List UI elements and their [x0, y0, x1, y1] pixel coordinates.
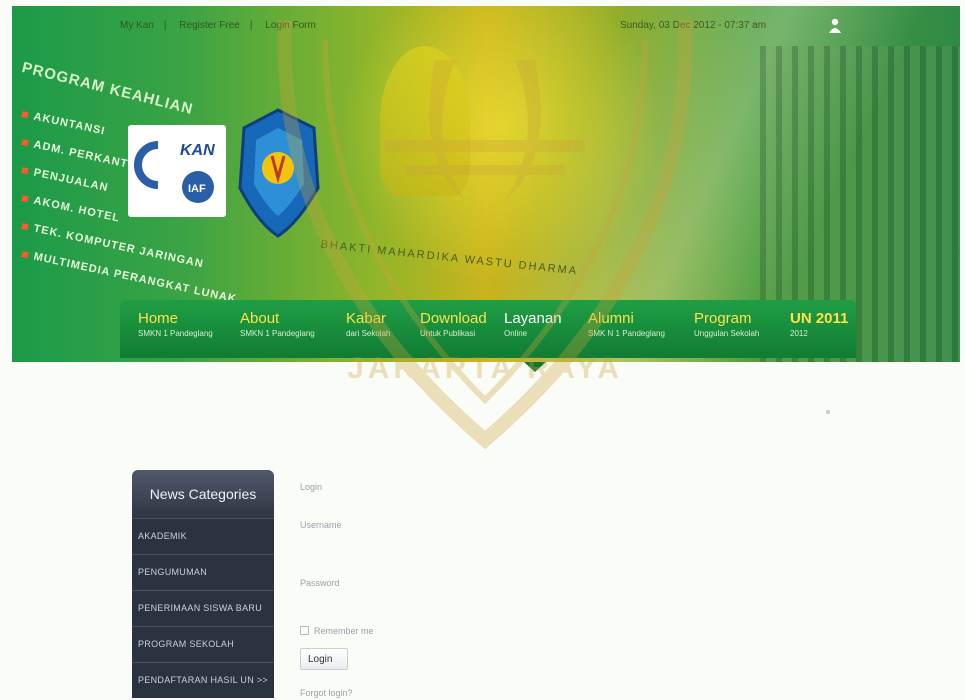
- program-item[interactable]: TEK. KOMPUTER JARINGAN: [21, 220, 238, 277]
- svg-text:IAF: IAF: [188, 183, 206, 195]
- nav-item-about[interactable]: About SMKN 1 Pandeglang: [240, 310, 315, 339]
- nav-item-kabar[interactable]: Kabar dari Sekolah: [346, 310, 390, 339]
- top-link-my-kan[interactable]: My Kan: [120, 20, 154, 31]
- news-categories-title: News Categories: [132, 470, 274, 518]
- remember-me-label: Remember me: [314, 626, 374, 636]
- main-nav: Home SMKN 1 Pandeglang About SMKN 1 Pandeg…: [120, 300, 856, 358]
- bullet-icon: [21, 111, 29, 119]
- sidebar-item-akademik[interactable]: AKADEMIK: [132, 518, 274, 554]
- svg-text:KAN: KAN: [180, 142, 215, 159]
- sidebar-item-pendaftaran-hasil-un[interactable]: PENDAFTARAN HASIL UN >>: [132, 662, 274, 698]
- news-categories-sidebar: News Categories AKADEMIK PENGUMUMAN PENE…: [132, 470, 274, 700]
- certification-logo: KAN IAF: [128, 125, 226, 217]
- sidebar-item-pengumuman[interactable]: PENGUMUMAN: [132, 554, 274, 590]
- active-nav-pointer: [524, 362, 546, 372]
- header-date: Sunday, 03 Dec 2012 - 07:37 am: [620, 20, 767, 31]
- bullet-icon: [21, 167, 29, 175]
- nav-item-program[interactable]: Program Unggulan Sekolah: [694, 310, 759, 339]
- sidebar-item-penerimaan-siswa-baru[interactable]: PENERIMAAN SISWA BARU: [132, 590, 274, 626]
- top-links: My Kan | Register Free | Login Form: [120, 20, 316, 31]
- top-link-login[interactable]: Login Form: [265, 20, 316, 31]
- forgot-login-link[interactable]: Forgot login?: [300, 688, 353, 698]
- login-form: Login Username Password Remember me Logi…: [296, 470, 596, 700]
- nav-item-download[interactable]: Download Untuk Publikasi: [420, 310, 487, 339]
- school-crest-logo: [238, 108, 320, 238]
- login-button[interactable]: Login: [300, 648, 348, 670]
- bullet-icon: [21, 139, 29, 147]
- nav-item-alumni[interactable]: Alumni SMK N 1 Pandeglang: [588, 310, 665, 339]
- nav-item-layanan[interactable]: Layanan Online: [504, 310, 562, 339]
- sidebar-item-program-sekolah[interactable]: PROGRAM SEKOLAH: [132, 626, 274, 662]
- login-heading: Login: [300, 482, 323, 492]
- decorative-dot: [826, 410, 830, 414]
- username-label[interactable]: Username: [300, 520, 342, 530]
- torch-graphic: [380, 46, 470, 196]
- bullet-icon: [21, 251, 29, 259]
- nav-item-home[interactable]: Home SMKN 1 Pandeglang: [138, 310, 213, 339]
- password-label[interactable]: Password: [300, 578, 340, 588]
- page: My Kan | Register Free | Login Form Sunday…: [0, 0, 965, 700]
- top-link-register[interactable]: Register Free: [179, 20, 240, 31]
- nav-item-un-2011[interactable]: UN 2011 2012: [790, 310, 848, 339]
- bullet-icon: [21, 195, 29, 203]
- remember-me-checkbox[interactable]: [300, 626, 309, 635]
- bullet-icon: [21, 223, 29, 231]
- certification-logo-graphic: KAN IAF: [134, 141, 215, 203]
- user-icon[interactable]: [828, 18, 842, 34]
